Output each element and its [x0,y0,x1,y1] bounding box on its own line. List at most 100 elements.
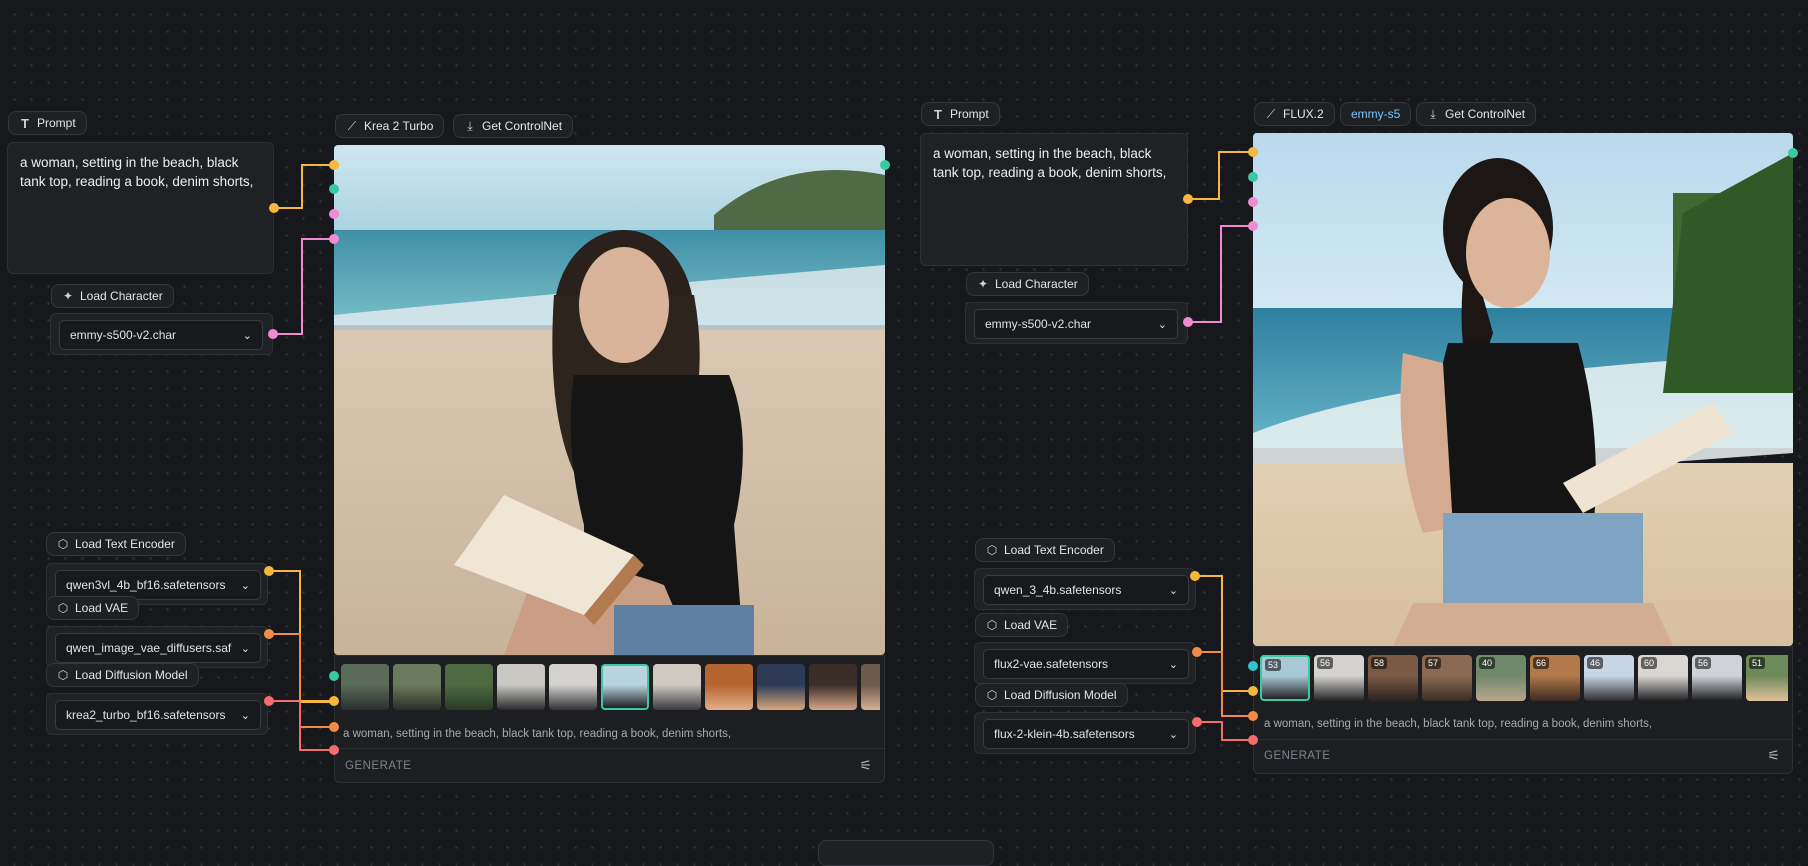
thumbnail[interactable]: 53 [1260,655,1310,701]
input-port-character[interactable] [1248,197,1258,207]
generated-image-left[interactable] [334,145,885,655]
prompt-textarea-left[interactable]: a woman, setting in the beach, black tan… [7,142,274,274]
model-chip-left[interactable]: ⟋ Krea 2 Turbo [335,114,445,138]
input-port-image[interactable] [1248,172,1258,182]
thumbnail[interactable]: 40 [1476,655,1526,701]
input-port-model[interactable] [329,745,339,755]
beach-reading-image [334,145,885,655]
chevron-down-icon: ⌄ [1168,658,1178,671]
character-select[interactable]: emmy-s500-v2.char ⌄ [59,320,263,350]
vae-output-port[interactable] [264,629,274,639]
prompt-label: Prompt [950,107,989,121]
thumbnail[interactable]: 46 [1584,655,1634,701]
load-vae-header-left[interactable]: ⬡ Load VAE [46,596,140,620]
vae-label: Load VAE [1004,618,1058,632]
character-chip-label: emmy-s5 [1351,107,1401,121]
thumbnail[interactable] [861,664,880,710]
bottom-toolbar[interactable] [818,840,994,866]
prompt-output-port[interactable] [269,203,279,213]
character-chip-right[interactable]: emmy-s5 [1340,102,1412,126]
text-encoder-output-port[interactable] [1190,571,1200,581]
diffusion-value: flux-2-klein-4b.safetensors [994,727,1135,741]
diffusion-output-port[interactable] [264,696,274,706]
magic-wand-icon: ⟋ [347,119,357,133]
input-port-character-b[interactable] [329,234,339,244]
chevron-down-icon: ⌄ [242,329,252,342]
thumbnail[interactable] [757,664,805,710]
diffusion-label: Load Diffusion Model [75,668,188,682]
load-character-label: Load Character [995,277,1078,291]
thumbnail[interactable]: 66 [1530,655,1580,701]
prompt-node-header-left[interactable]: T Prompt [8,111,87,135]
get-controlnet-button-right[interactable]: ⤓ Get ControlNet [1416,102,1537,126]
thumbnail[interactable] [705,664,753,710]
wire-vae-right [1197,651,1252,717]
generate-button-left[interactable]: GENERATE [345,760,411,772]
chevron-down-icon: ⌄ [1168,584,1178,597]
cube-icon: ⬡ [57,537,69,551]
input-port-model[interactable] [1248,735,1258,745]
load-diffusion-header-right[interactable]: ⬡ Load Diffusion Model [975,683,1128,707]
get-controlnet-button-left[interactable]: ⤓ Get ControlNet [453,114,574,138]
thumbnail[interactable] [341,664,389,710]
thumbnail-score-badge: 51 [1749,657,1766,669]
vae-select[interactable]: qwen_image_vae_diffusers.saf ⌄ [55,633,261,663]
load-text-encoder-header-right[interactable]: ⬡ Load Text Encoder [975,538,1115,562]
generate-button-right[interactable]: GENERATE [1264,750,1330,762]
character-select[interactable]: emmy-s500-v2.char ⌄ [974,309,1178,339]
character-output-port[interactable] [1183,317,1193,327]
diffusion-output-port[interactable] [1192,717,1202,727]
input-port-prompt[interactable] [1248,147,1258,157]
thumbnail[interactable] [653,664,701,710]
output-port[interactable] [1788,148,1798,158]
input-port-image[interactable] [329,184,339,194]
input-port-character[interactable] [329,209,339,219]
load-character-header-right[interactable]: ✦ Load Character [966,272,1089,296]
wire-textenc-right [1195,575,1252,692]
sliders-icon[interactable]: ⚟ [1767,747,1780,764]
thumbnail[interactable]: 60 [1638,655,1688,701]
diffusion-select[interactable]: flux-2-klein-4b.safetensors ⌄ [983,719,1189,749]
thumbnail[interactable] [809,664,857,710]
load-vae-header-right[interactable]: ⬡ Load VAE [975,613,1069,637]
diffusion-select[interactable]: krea2_turbo_bf16.safetensors ⌄ [55,700,261,730]
input-port-clip[interactable] [1248,686,1258,696]
output-panel-right: 53 56 58 57 40 66 46 60 56 51 a woman, setting in… [1253,646,1793,774]
wire-prompt-left [274,164,334,209]
output-port[interactable] [880,160,890,170]
sliders-icon[interactable]: ⚟ [859,757,872,774]
input-port-latent[interactable] [1248,661,1258,671]
thumbnail[interactable]: 56 [1692,655,1742,701]
model-chip-right[interactable]: ⟋ FLUX.2 [1254,102,1335,126]
input-port-clip[interactable] [329,696,339,706]
prompt-label: Prompt [37,116,76,130]
input-port-vae[interactable] [1248,711,1258,721]
thumbnail[interactable]: 57 [1422,655,1472,701]
generated-image-right[interactable] [1253,133,1793,646]
prompt-output-port[interactable] [1183,194,1193,204]
load-character-header-left[interactable]: ✦ Load Character [51,284,174,308]
input-port-vae[interactable] [329,722,339,732]
vae-output-port[interactable] [1192,647,1202,657]
thumbnail[interactable] [601,664,649,710]
diffusion-value: krea2_turbo_bf16.safetensors [66,708,226,722]
text-encoder-output-port[interactable] [264,566,274,576]
load-diffusion-header-left[interactable]: ⬡ Load Diffusion Model [46,663,199,687]
thumbnail[interactable] [497,664,545,710]
input-port-latent[interactable] [329,671,339,681]
prompt-textarea-right[interactable]: a woman, setting in the beach, black tan… [920,133,1188,266]
thumbnail[interactable]: 51 [1746,655,1788,701]
input-port-character-b[interactable] [1248,221,1258,231]
prompt-text: a woman, setting in the beach, black tan… [20,155,254,189]
thumbnail[interactable]: 58 [1368,655,1418,701]
text-encoder-select[interactable]: qwen_3_4b.safetensors ⌄ [983,575,1189,605]
vae-select[interactable]: flux2-vae.safetensors ⌄ [983,649,1189,679]
thumbnail[interactable] [393,664,441,710]
thumbnail[interactable] [549,664,597,710]
thumbnail[interactable]: 56 [1314,655,1364,701]
character-output-port[interactable] [268,329,278,339]
thumbnail[interactable] [445,664,493,710]
load-text-encoder-header-left[interactable]: ⬡ Load Text Encoder [46,532,186,556]
input-port-prompt[interactable] [329,160,339,170]
prompt-node-header-right[interactable]: T Prompt [921,102,1000,126]
